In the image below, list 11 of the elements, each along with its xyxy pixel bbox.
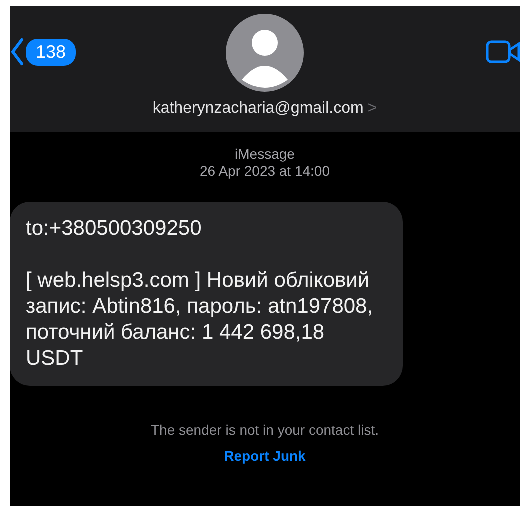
message-text: [ web.helsp3.com ] Новий обліковий запис: Abtin816, пароль: atn197808, поточний баланс: 1 442 698,18 USDT bbox=[26, 268, 374, 372]
unread-count-badge[interactable]: 138 bbox=[26, 38, 76, 66]
service-label: iMessage bbox=[235, 146, 295, 163]
back-icon[interactable] bbox=[10, 38, 24, 66]
message-timestamp: 26 Apr 2023 at 14:00 bbox=[200, 163, 330, 180]
video-call-icon[interactable] bbox=[486, 40, 520, 64]
avatar-icon[interactable] bbox=[226, 14, 304, 92]
message-text: to:+380500309250 bbox=[26, 216, 203, 242]
unknown-sender-notice: The sender is not in your contact list. bbox=[150, 422, 380, 438]
contact-name[interactable]: katherynzacharia@gmail.com > bbox=[152, 100, 378, 118]
report-junk-link[interactable]: Report Junk bbox=[224, 448, 306, 464]
